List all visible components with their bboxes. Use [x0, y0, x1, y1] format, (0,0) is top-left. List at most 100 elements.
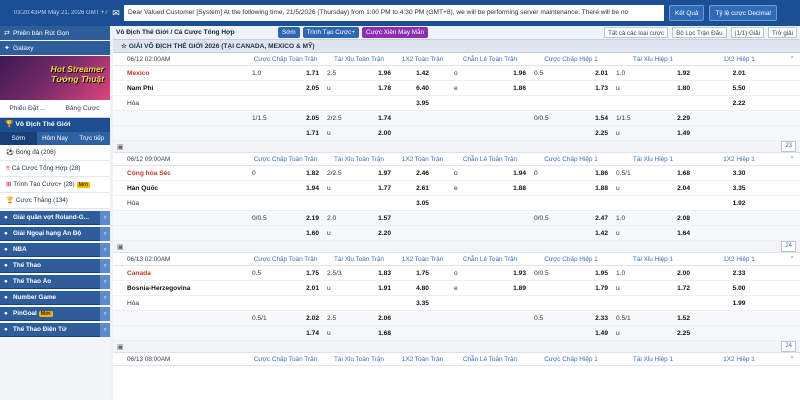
tab-early[interactable]: Sớm	[0, 132, 37, 145]
odds-cell[interactable]: u 1.64	[612, 226, 694, 241]
odds-cell[interactable]: 0.5/1 2.02	[248, 311, 323, 326]
tv-icon[interactable]: ▣	[117, 343, 124, 351]
promo-banner[interactable]: Hot Streamer Tướng Thuật	[0, 56, 110, 100]
odds-cell[interactable]: o 1.93	[450, 266, 530, 281]
sidebar-item-outright[interactable]: 🏆 Cược Thắng (134)	[0, 193, 110, 209]
more-bets-count[interactable]: 23	[781, 141, 796, 152]
odds-cell[interactable]: 1.42	[395, 66, 450, 81]
odds-cell[interactable]: 2.5 2.06	[323, 311, 395, 326]
category-indian-league[interactable]: ● Giải Ngoại hạng Ấn Độ ›	[0, 226, 110, 241]
odds-cell[interactable]: 2.61	[395, 181, 450, 196]
category-pingoal[interactable]: ● PinGoal Mới ›	[0, 306, 110, 321]
sidebar-item-football[interactable]: ⚽ Bóng đá (206)	[0, 145, 110, 161]
tab-live[interactable]: Trực tiếp	[73, 132, 110, 145]
odds-cell[interactable]: 2.25	[530, 126, 612, 141]
category-virtual-sports[interactable]: ● Thể Thao Ảo ›	[0, 274, 110, 289]
odds-cell[interactable]: 2/2.5 1.97	[323, 166, 395, 181]
odds-cell[interactable]: 3.35	[694, 181, 784, 196]
odds-cell[interactable]: 2.05	[248, 81, 323, 96]
odds-cell[interactable]: 2.22	[694, 96, 784, 111]
category-roland-garros[interactable]: ● Giải quần vợt Roland-G... ›	[0, 210, 110, 225]
odds-cell[interactable]: 1.0 1.92	[612, 66, 694, 81]
odds-cell[interactable]: 2.01	[248, 281, 323, 296]
odds-cell[interactable]: 0/0.5 1.95	[530, 266, 612, 281]
results-button[interactable]: Kết Quả	[669, 5, 705, 21]
galaxy-button[interactable]: ✦ Galaxy	[0, 41, 110, 55]
odds-cell[interactable]: e 1.89	[450, 281, 530, 296]
odds-cell[interactable]: 4.80	[395, 281, 450, 296]
odds-cell[interactable]: u 1.77	[323, 181, 395, 196]
odds-cell[interactable]: 2.33	[694, 266, 784, 281]
odds-cell[interactable]: e 1.86	[450, 81, 530, 96]
category-sports[interactable]: ● Thể Thao ›	[0, 258, 110, 273]
odds-cell[interactable]: 2.01	[694, 66, 784, 81]
chevron-up-icon[interactable]: ⌃	[784, 353, 800, 365]
odds-cell[interactable]: 2.0 1.57	[323, 211, 395, 226]
early-button[interactable]: Sớm	[278, 27, 300, 38]
odds-cell[interactable]: e 1.88	[450, 181, 530, 196]
odds-cell[interactable]: 1.94	[248, 181, 323, 196]
odds-cell[interactable]: 0/0.5 2.47	[530, 211, 612, 226]
category-number-game[interactable]: ● Number Game ›	[0, 290, 110, 305]
odds-cell[interactable]: 1.73	[530, 81, 612, 96]
odds-cell[interactable]: 1.92	[694, 196, 784, 211]
odds-cell[interactable]: 1.71	[248, 126, 323, 141]
odds-cell[interactable]: u 1.80	[612, 81, 694, 96]
odds-cell[interactable]: 0 1.86	[530, 166, 612, 181]
chevron-up-icon[interactable]: ⌃	[784, 153, 800, 165]
odds-cell[interactable]: 1.0 2.00	[612, 266, 694, 281]
compact-version-button[interactable]: ⇄ Phiên bản Rút Gọn	[0, 26, 110, 40]
odds-cell[interactable]: u 1.78	[323, 81, 395, 96]
odds-cell[interactable]: 1.75	[395, 266, 450, 281]
odds-cell[interactable]: u 1.72	[612, 281, 694, 296]
odds-cell[interactable]: 1.88	[530, 181, 612, 196]
category-nba[interactable]: ● NBA ›	[0, 242, 110, 257]
sidebar-item-bet-builder[interactable]: ⊞ Trình Tạo Cược+ (28) Mới	[0, 177, 110, 193]
category-esports[interactable]: ● Thể Thao Điện Tử ›	[0, 322, 110, 337]
mail-icon[interactable]: ✉	[108, 8, 124, 19]
odds-cell[interactable]: u 1.91	[323, 281, 395, 296]
odds-cell[interactable]: 2/2.5 1.74	[323, 111, 395, 126]
odds-cell[interactable]: 6.40	[395, 81, 450, 96]
section-world-cup[interactable]: 🏆 Vô Địch Thế Giới	[0, 118, 110, 132]
odds-cell[interactable]: 1.74	[248, 326, 323, 341]
odds-cell[interactable]: 1.60	[248, 226, 323, 241]
odds-cell[interactable]: 1.0 1.71	[248, 66, 323, 81]
odds-cell[interactable]: o 1.94	[450, 166, 530, 181]
odds-cell[interactable]: u 2.25	[612, 326, 694, 341]
odds-cell[interactable]: 1.42	[530, 226, 612, 241]
odds-cell[interactable]: 3.95	[395, 96, 450, 111]
odds-cell[interactable]: 0.5 2.33	[530, 311, 612, 326]
tv-icon[interactable]: ▣	[117, 143, 124, 151]
tab-betslip[interactable]: Phiếu Đặt ...	[0, 100, 55, 117]
odds-cell[interactable]: 5.00	[694, 281, 784, 296]
odds-cell[interactable]: 0.5/1 1.68	[612, 166, 694, 181]
odds-cell[interactable]: 3.05	[395, 196, 450, 211]
tv-icon[interactable]: ▣	[117, 243, 124, 251]
chevron-up-icon[interactable]: ⌃	[784, 53, 800, 65]
odds-cell[interactable]: 2.46	[395, 166, 450, 181]
star-icon[interactable]: ☆	[121, 43, 129, 50]
more-bets-count[interactable]: 24	[781, 241, 796, 252]
odds-cell[interactable]: u 2.04	[612, 181, 694, 196]
back-button[interactable]: Trở giải	[767, 27, 797, 38]
odds-cell[interactable]: 1/1.5 2.05	[248, 111, 323, 126]
odds-cell[interactable]: 1.49	[530, 326, 612, 341]
league-header[interactable]: ☆ GIẢI VÔ ĐỊCH THẾ GIỚI 2026 (TẠI CANADA…	[113, 40, 800, 53]
odds-cell[interactable]: 3.35	[395, 296, 450, 311]
odds-cell[interactable]: 1.99	[694, 296, 784, 311]
odds-cell[interactable]: o 1.96	[450, 66, 530, 81]
odds-cell[interactable]: 3.30	[694, 166, 784, 181]
odds-cell[interactable]: 0.5 1.75	[248, 266, 323, 281]
lucky-parlay-button[interactable]: Cược Xiên May Mắn	[362, 27, 429, 38]
bet-builder-button[interactable]: Trình Tạo Cược+	[302, 27, 359, 38]
odds-cell[interactable]: 1.79	[530, 281, 612, 296]
odds-cell[interactable]: 2.5/3 1.83	[323, 266, 395, 281]
odds-cell[interactable]: 1/1.5 2.29	[612, 111, 694, 126]
odds-cell[interactable]: 2.5 1.96	[323, 66, 395, 81]
odds-cell[interactable]: u 1.49	[612, 126, 694, 141]
odds-cell[interactable]: 0.5 2.01	[530, 66, 612, 81]
odds-cell[interactable]: u 1.68	[323, 326, 395, 341]
match-filter-select[interactable]: Bộ Lọc Trận Đấu	[672, 27, 727, 38]
sidebar-item-combo[interactable]: ≡ Cá Cược Tổng Hợp (28)	[0, 161, 110, 177]
